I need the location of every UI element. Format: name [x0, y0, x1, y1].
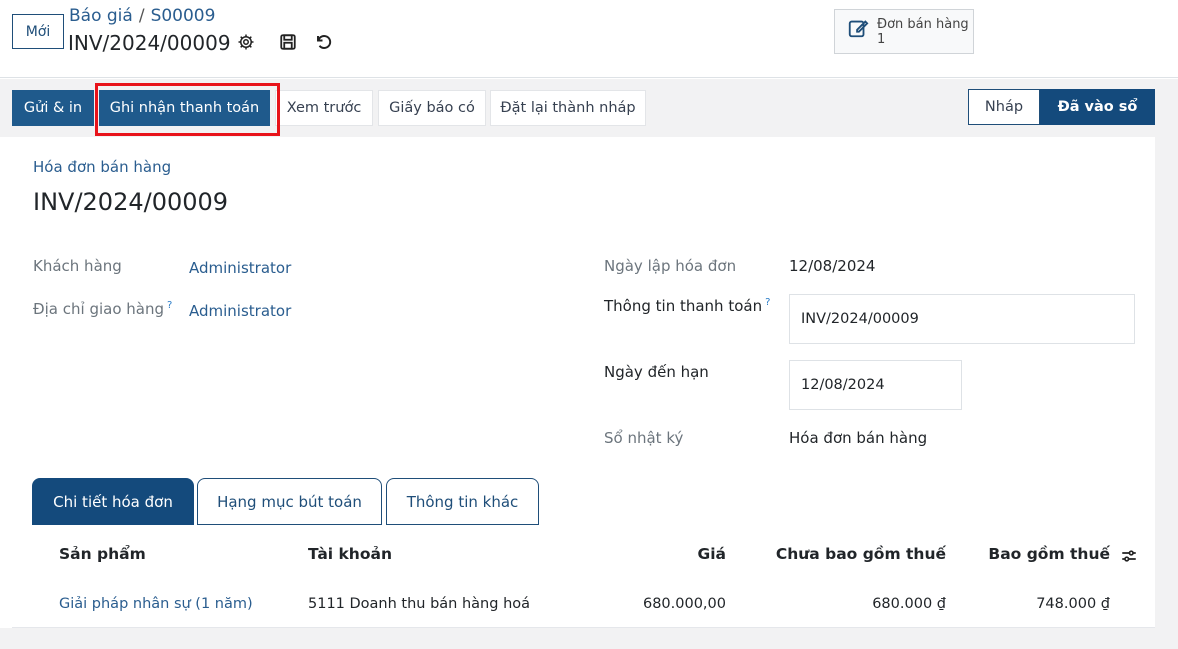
- reset-draft-button[interactable]: Đặt lại thành nháp: [490, 90, 646, 126]
- delivery-address-label-text: Địa chỉ giao hàng: [33, 300, 164, 318]
- help-icon[interactable]: ?: [167, 300, 172, 311]
- control-panel: Mới Báo giá / S00009 INV/2024/00009 Đơn …: [0, 0, 1178, 78]
- journal-label: Sổ nhật ký: [604, 429, 684, 447]
- save-icon[interactable]: [277, 31, 299, 53]
- gear-icon[interactable]: [235, 31, 257, 53]
- preview-button[interactable]: Xem trước: [275, 90, 373, 126]
- journal-field[interactable]: Hóa đơn bán hàng: [789, 429, 927, 447]
- cell-price[interactable]: 680.000,00: [600, 596, 726, 612]
- due-date-input[interactable]: 12/08/2024: [789, 360, 962, 410]
- scroll-gutter: [1155, 137, 1178, 649]
- edit-icon: [847, 17, 869, 43]
- tab-journal-items[interactable]: Hạng mục bút toán: [197, 478, 382, 525]
- status-draft[interactable]: Nháp: [968, 89, 1040, 125]
- delivery-address-field[interactable]: Administrator: [189, 302, 291, 320]
- cell-product[interactable]: Giải pháp nhân sự (1 năm): [59, 596, 253, 612]
- smart-button-label: Đơn bán hàng: [877, 17, 969, 32]
- undo-icon[interactable]: [313, 31, 335, 53]
- help-icon[interactable]: ?: [765, 297, 770, 308]
- breadcrumb: Báo giá / S00009: [69, 6, 215, 26]
- page-bottom: [0, 628, 1178, 649]
- breadcrumb-separator: /: [138, 6, 145, 26]
- customer-label: Khách hàng: [33, 257, 122, 275]
- record-title: INV/2024/00009: [68, 31, 231, 55]
- sales-order-smart-button[interactable]: Đơn bán hàng 1: [834, 9, 974, 54]
- doc-type-label: Hóa đơn bán hàng: [33, 158, 172, 176]
- cell-subtotal: 680.000 ₫: [872, 596, 946, 612]
- customer-field[interactable]: Administrator: [189, 259, 291, 277]
- new-button[interactable]: Mới: [12, 14, 64, 49]
- column-header-account[interactable]: Tài khoản: [308, 545, 392, 563]
- tab-invoice-lines[interactable]: Chi tiết hóa đơn: [32, 478, 194, 525]
- cell-account[interactable]: 5111 Doanh thu bán hàng hoá: [308, 596, 530, 612]
- status-bar: Nháp Đã vào sổ: [968, 89, 1155, 125]
- column-header-product[interactable]: Sản phẩm: [59, 545, 146, 563]
- invoice-date-field[interactable]: 12/08/2024: [789, 257, 875, 275]
- delivery-address-label: Địa chỉ giao hàng?: [33, 300, 172, 318]
- send-print-button[interactable]: Gửi & in: [12, 90, 94, 126]
- payment-ref-input[interactable]: INV/2024/00009: [789, 294, 1135, 344]
- status-posted[interactable]: Đã vào sổ: [1040, 89, 1155, 125]
- invoice-date-label: Ngày lập hóa đơn: [604, 257, 737, 275]
- column-settings-icon[interactable]: [1120, 547, 1138, 569]
- smart-button-count: 1: [877, 32, 886, 47]
- column-header-price[interactable]: Giá: [620, 545, 727, 563]
- column-header-subtotal[interactable]: Chưa bao gồm thuế: [760, 545, 946, 563]
- breadcrumb-current[interactable]: S00009: [151, 6, 216, 26]
- cell-total: 748.000 ₫: [1036, 596, 1110, 612]
- doc-number: INV/2024/00009: [33, 188, 229, 216]
- due-date-label: Ngày đến hạn: [604, 363, 709, 381]
- breadcrumb-parent[interactable]: Báo giá: [69, 6, 133, 26]
- highlight-box: [95, 83, 280, 136]
- payment-ref-label-text: Thông tin thanh toán: [604, 297, 763, 315]
- tab-other-info[interactable]: Thông tin khác: [386, 478, 539, 525]
- credit-note-button[interactable]: Giấy báo có: [378, 90, 486, 126]
- column-header-total[interactable]: Bao gồm thuế: [960, 545, 1110, 563]
- payment-ref-label: Thông tin thanh toán?: [604, 297, 770, 315]
